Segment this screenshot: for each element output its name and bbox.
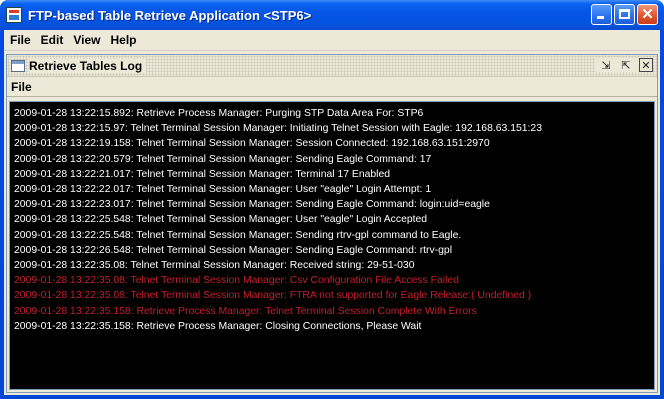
- menu-help[interactable]: Help: [106, 33, 142, 47]
- log-line-error: 2009-01-28 13:22:35.158: Retrieve Proces…: [14, 305, 477, 317]
- log-line: 2009-01-28 13:22:26.548: Telnet Terminal…: [14, 244, 453, 256]
- maximize-icon: [619, 9, 630, 19]
- retrieve-tables-log-frame: Retrieve Tables Log ⇲ ⇱ ✕ File 2009-01-2…: [6, 54, 658, 393]
- log-line-error: 2009-01-28 13:22:35.08: Telnet Terminal …: [14, 290, 532, 302]
- title-bar[interactable]: FTP-based Table Retrieve Application <ST…: [0, 0, 664, 30]
- menu-edit[interactable]: Edit: [37, 33, 70, 47]
- log-line: 2009-01-28 13:22:20.579: Telnet Terminal…: [14, 153, 432, 165]
- minimize-icon: [597, 16, 604, 19]
- log-line: 2009-01-28 13:22:23.017: Telnet Terminal…: [14, 199, 490, 211]
- close-icon[interactable]: ✕: [639, 58, 653, 72]
- frame-icon: [11, 59, 25, 72]
- inner-menubar: File: [7, 77, 657, 97]
- inner-menu-file[interactable]: File: [7, 80, 38, 94]
- restore-icon[interactable]: ⇲: [599, 58, 613, 72]
- minimize-button[interactable]: [591, 4, 612, 25]
- inner-frame-controls: ⇲ ⇱ ✕: [595, 58, 653, 72]
- log-line: 2009-01-28 13:22:22.017: Telnet Terminal…: [14, 184, 432, 196]
- inner-title-bar[interactable]: Retrieve Tables Log ⇲ ⇱ ✕: [7, 55, 657, 77]
- menu-view[interactable]: View: [69, 33, 106, 47]
- log-line: 2009-01-28 13:22:25.548: Telnet Terminal…: [14, 229, 462, 241]
- close-icon: ✕: [641, 6, 654, 23]
- menu-file[interactable]: File: [6, 33, 37, 47]
- close-button[interactable]: ✕: [637, 4, 658, 25]
- window-client-area: File Edit View Help Retrieve Tables Log …: [4, 30, 660, 395]
- log-output[interactable]: 2009-01-28 13:22:15.892: Retrieve Proces…: [9, 101, 655, 390]
- main-menubar: File Edit View Help: [4, 30, 660, 51]
- app-icon: [6, 7, 22, 23]
- log-line: 2009-01-28 13:22:15.892: Retrieve Proces…: [14, 108, 424, 119]
- window-controls: ✕: [591, 4, 658, 25]
- window-title: FTP-based Table Retrieve Application <ST…: [28, 7, 312, 23]
- log-line: 2009-01-28 13:22:15.97: Telnet Terminal …: [14, 123, 542, 135]
- app-window: FTP-based Table Retrieve Application <ST…: [0, 0, 664, 399]
- log-line: 2009-01-28 13:22:35.08: Telnet Terminal …: [14, 260, 415, 272]
- log-line-error: 2009-01-28 13:22:35.08: Telnet Terminal …: [14, 275, 459, 287]
- log-line: 2009-01-28 13:22:25.548: Telnet Terminal…: [14, 214, 428, 226]
- log-line: 2009-01-28 13:22:19.158: Telnet Terminal…: [14, 138, 490, 150]
- inner-frame-title: Retrieve Tables Log: [29, 58, 147, 73]
- log-line: 2009-01-28 13:22:35.158: Retrieve Proces…: [14, 320, 422, 332]
- maximize-icon[interactable]: ⇱: [619, 58, 633, 72]
- maximize-button[interactable]: [614, 4, 635, 25]
- log-line: 2009-01-28 13:22:21.017: Telnet Terminal…: [14, 168, 391, 180]
